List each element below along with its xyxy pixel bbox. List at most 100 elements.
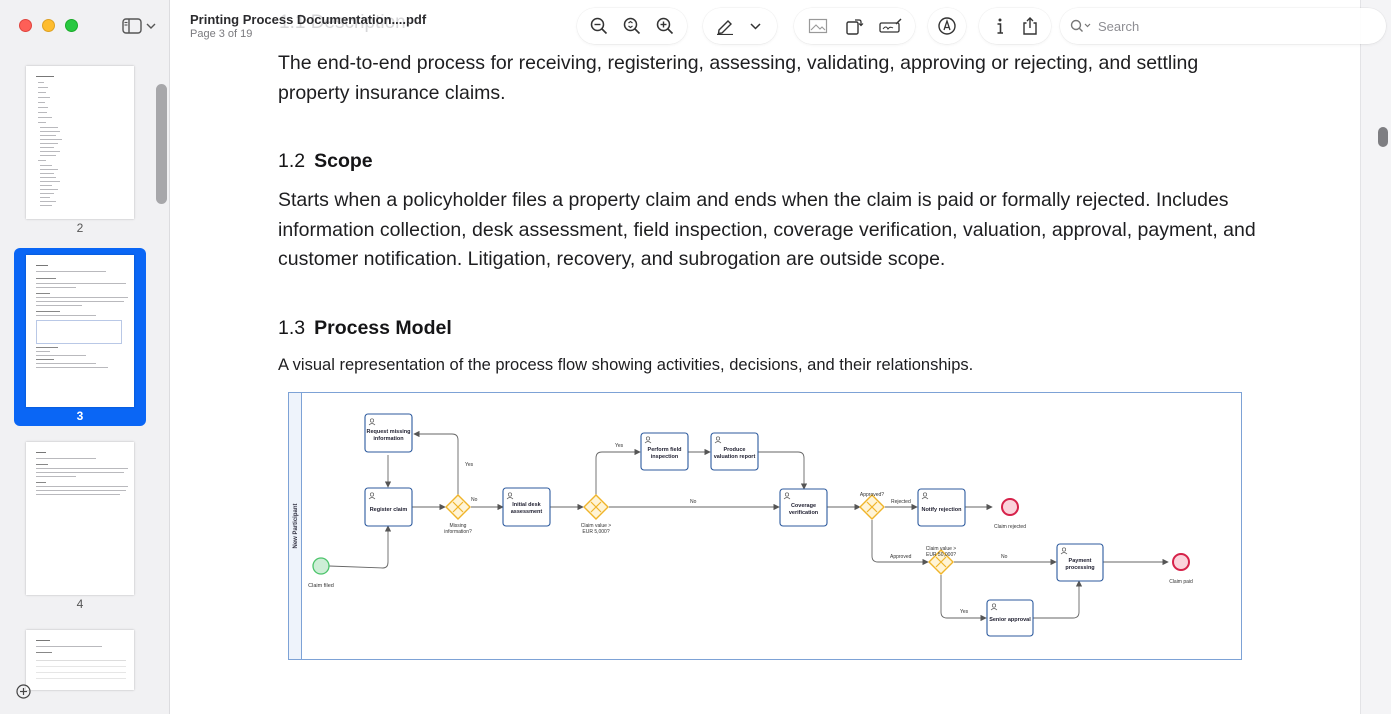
page-thumbnail-2[interactable] [26,66,134,219]
flow-label-rejected: Rejected [891,499,911,505]
search-field[interactable] [1060,8,1386,44]
search-input[interactable] [1098,18,1358,34]
markup-icon [938,17,956,35]
sidebar-toggle-button[interactable] [122,16,162,36]
chevron-down-icon [750,23,761,30]
pool-frame [288,392,1242,660]
zoom-out-icon [591,17,608,35]
task-register-claim[interactable]: Register claim [364,487,413,527]
document-scrollbar[interactable] [1378,127,1388,147]
signature-icon [879,18,902,33]
highlight-group [703,8,777,44]
task-label: processing [1065,565,1094,571]
end-event-rejected[interactable] [1001,498,1019,516]
scope-heading: 1.2 Scope [278,150,373,173]
gateway-label: EUR 5,000? [582,529,609,535]
task-coverage-verification[interactable]: Coverage verification [779,488,828,527]
description-paragraph: The end-to-end process for receiving, re… [278,52,1199,104]
task-request-missing-information[interactable]: Request missing information [364,413,413,453]
info-icon [997,18,1003,34]
flow-label-yes: Yes [615,443,624,449]
info-button[interactable] [986,12,1014,40]
zoom-fit-icon [623,17,641,35]
task-label: valuation report [714,454,756,460]
page-number-label: 2 [76,221,84,235]
flow-label-no: No [1001,554,1008,560]
page-thumbnail-3[interactable] [26,255,134,407]
task-produce-valuation-report[interactable]: Produce valuation report [710,432,759,471]
task-label: information [373,436,404,442]
heading-text: Scope [314,150,373,172]
highlight-options-button[interactable] [742,12,770,40]
sidebar: 2 3 4 [0,0,170,714]
task-label: Request missing [366,429,410,435]
end-event-paid[interactable] [1172,553,1190,571]
add-page-icon[interactable] [16,684,31,699]
task-label: Perform field [648,447,682,453]
highlight-pen-icon [716,20,733,35]
flow-label-yes: Yes [465,462,474,468]
sidebar-scrollbar[interactable] [156,84,167,204]
task-label: Notify rejection [921,507,962,513]
task-perform-field-inspection[interactable]: Perform field inspection [640,432,689,471]
zoom-out-button[interactable] [585,12,613,40]
rotate-button[interactable] [840,12,868,40]
start-event-label: Claim filed [308,583,334,589]
sidebar-icon [122,18,142,34]
page-number-label: 3 [76,409,84,423]
page-thumbnail-4[interactable] [26,442,134,595]
highlight-button[interactable] [711,12,739,40]
task-label: Payment [1069,558,1092,564]
scope-paragraph: Starts when a policyholder files a prope… [278,189,1256,270]
flow-label-yes: Yes [960,609,969,615]
flow-label-approved: Approved [890,554,912,560]
share-icon [1023,17,1037,35]
task-notify-rejection[interactable]: Notify rejection [917,488,966,527]
process-model-paragraph: A visual representation of the process f… [278,356,974,374]
heading-number: 1.2 [278,150,306,172]
page-thumbnail-5[interactable] [26,630,134,690]
image-icon [809,18,828,34]
zoom-group [577,8,687,44]
flow-label-no: No [690,499,697,505]
markup-button[interactable] [933,12,961,40]
task-label: Register claim [370,507,408,513]
maximize-window-button[interactable] [65,19,78,32]
rotate-icon [846,19,864,35]
signature-button[interactable] [877,12,905,40]
close-window-button[interactable] [19,19,32,32]
markup-group [928,8,966,44]
page-indicator: Page 3 of 19 [190,28,253,40]
task-label: inspection [651,454,679,460]
share-button[interactable] [1016,12,1044,40]
zoom-in-button[interactable] [651,12,679,40]
task-payment-processing[interactable]: Payment processing [1056,543,1104,582]
toolbar: Printing Process Documentation....pdf Pa… [171,0,1391,52]
heading-text: Process Model [314,317,452,339]
zoom-fit-button[interactable] [618,12,646,40]
gateway-label: EUR 50,000? [926,552,956,558]
page-number-label: 4 [76,597,84,611]
info-share-group [979,8,1051,44]
end-event-label: Claim rejected [994,524,1026,530]
task-label: verification [789,510,819,516]
task-initial-desk-assessment[interactable]: Initial desk assessment [502,487,551,527]
task-label: Initial desk [512,502,541,508]
process-model-heading: 1.3 Process Model [278,317,452,340]
minimize-window-button[interactable] [42,19,55,32]
edit-tools-group [794,8,915,44]
lane-label: New Participant [293,503,299,548]
task-label: Coverage [791,503,816,509]
insert-image-button[interactable] [804,12,832,40]
flow-label-no: No [471,497,478,503]
gateway-label: Approved? [860,492,884,498]
task-label: Senior approval [989,617,1031,623]
gateway-label: information? [444,529,472,535]
task-label: assessment [511,509,543,515]
task-label: Produce [723,447,745,453]
start-event[interactable] [312,557,330,575]
end-event-label: Claim paid [1169,579,1193,585]
task-senior-approval[interactable]: Senior approval [986,599,1034,637]
document-title: Printing Process Documentation....pdf [190,12,427,27]
zoom-in-icon [656,17,673,35]
